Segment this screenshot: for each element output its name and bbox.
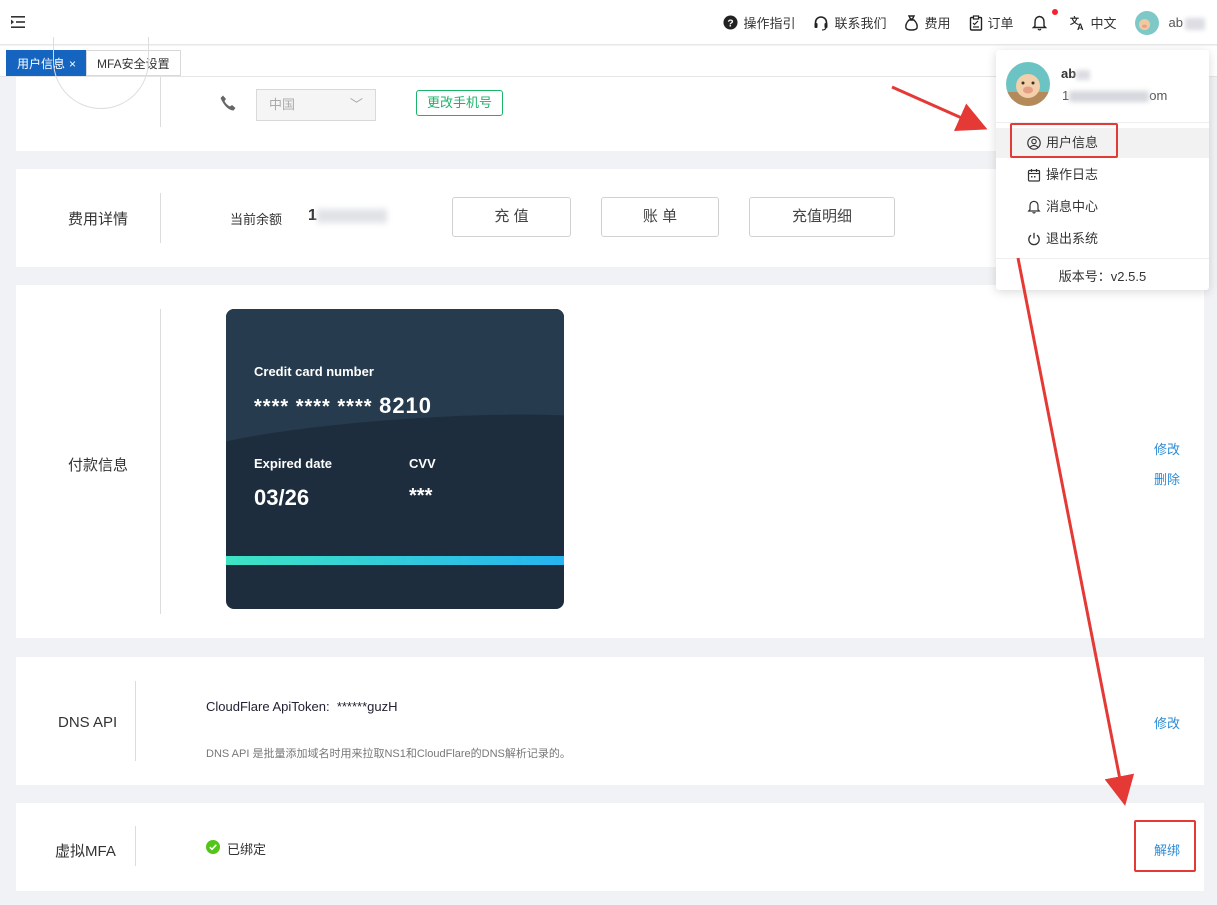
annotation-arrow-2 — [1016, 257, 1135, 806]
annotation-arrow-1 — [891, 85, 988, 131]
annotation-arrows — [891, 85, 1135, 806]
